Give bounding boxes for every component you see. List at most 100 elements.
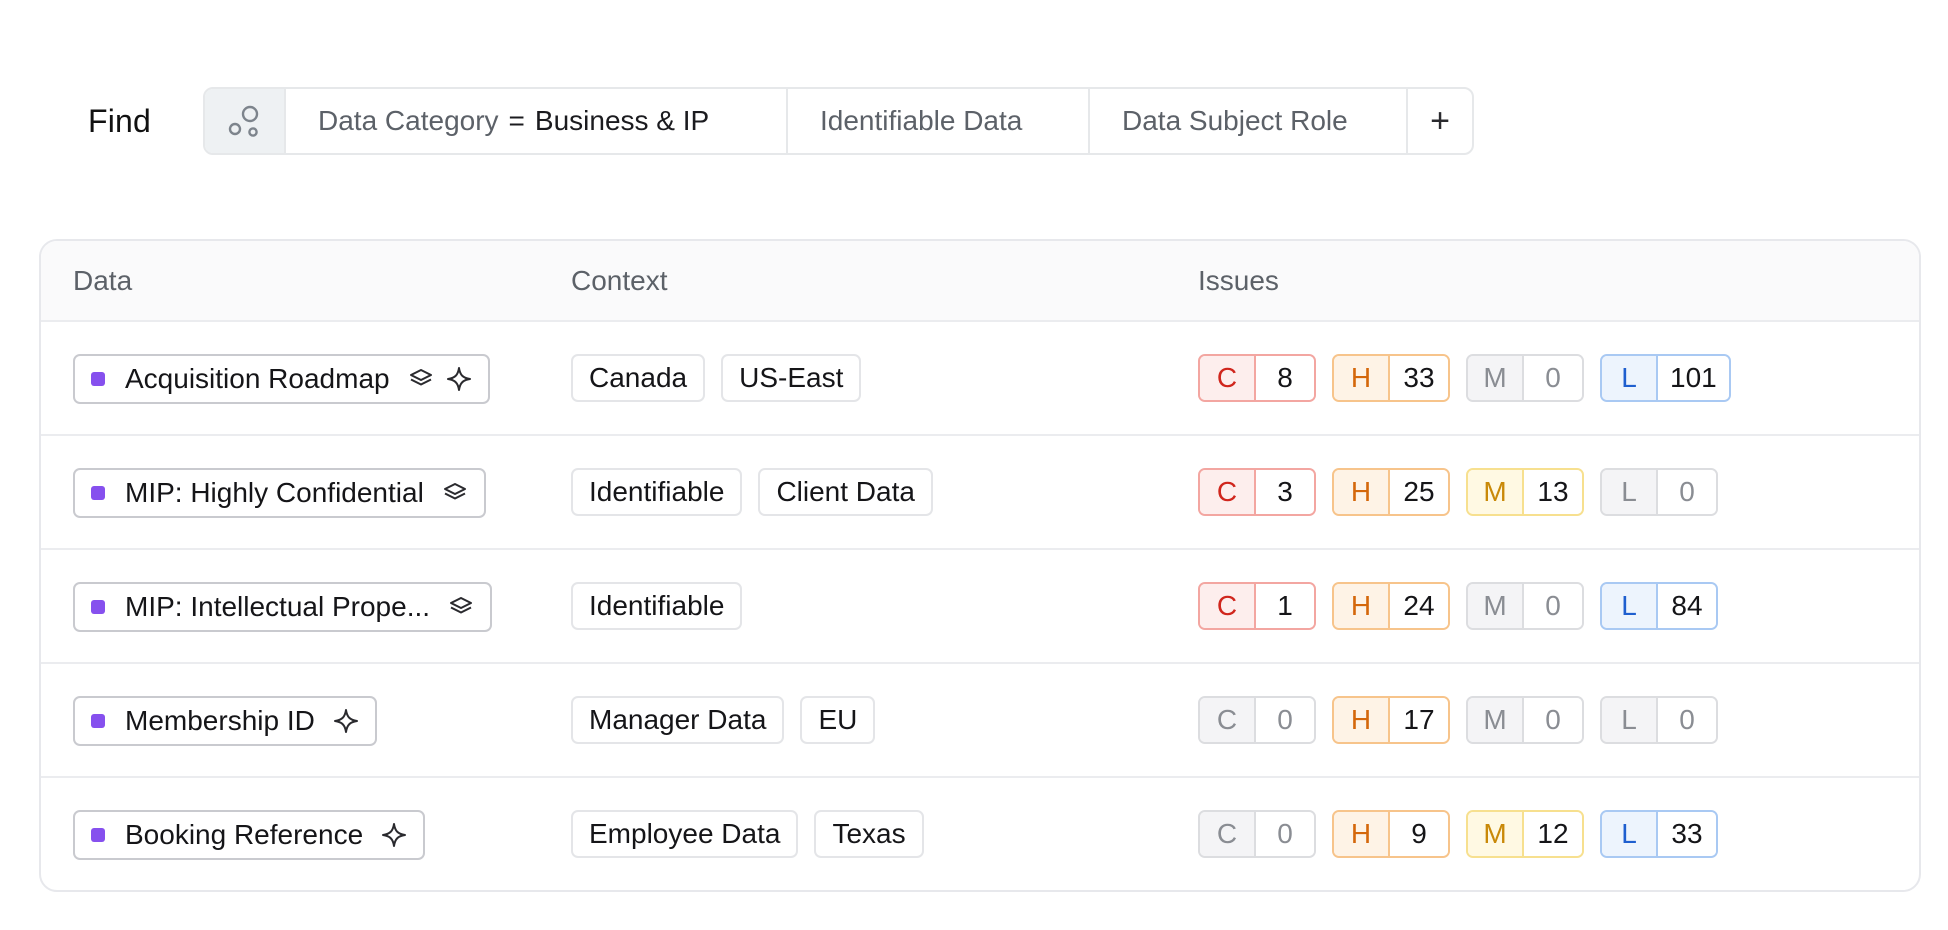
bubbles-icon[interactable] [205, 89, 286, 153]
context-tag[interactable]: Employee Data [571, 810, 799, 858]
issue-level: L [1602, 470, 1658, 514]
issue-level: M [1468, 812, 1524, 856]
filter-key: Data Subject Role [1122, 105, 1348, 136]
table-row[interactable]: MIP: Intellectual Prope... Identifiable … [41, 550, 1919, 664]
context-tags: Identifiable Client Data [571, 468, 933, 516]
issue-badge-m[interactable]: M 0 [1466, 696, 1584, 744]
issue-count: 13 [1524, 470, 1582, 514]
column-header-context[interactable]: Context [571, 241, 668, 320]
issue-badge-h[interactable]: H 17 [1332, 696, 1450, 744]
data-item-chip[interactable]: MIP: Intellectual Prope... [73, 582, 493, 632]
issue-badge-m[interactable]: M 13 [1466, 468, 1584, 516]
filter-identifiable-data[interactable]: Identifiable Data [788, 89, 1090, 153]
issue-badge-m[interactable]: M 0 [1466, 354, 1584, 402]
issue-count: 8 [1256, 356, 1314, 400]
add-filter-button[interactable]: + [1408, 89, 1472, 153]
sparkle-icon [333, 708, 359, 734]
category-dot [91, 372, 105, 386]
data-item-name: Acquisition Roadmap [125, 363, 390, 394]
issue-badge-c[interactable]: C 3 [1198, 468, 1316, 516]
find-label: Find [88, 102, 152, 139]
issue-level: L [1602, 584, 1658, 628]
issue-count: 0 [1658, 470, 1716, 514]
layers-icon [408, 366, 434, 392]
issue-badge-l[interactable]: L 84 [1600, 582, 1718, 630]
issue-badges: C 0 H 9 M 12 L 33 [1198, 810, 1718, 858]
issue-level: H [1334, 356, 1390, 400]
issue-level: H [1334, 812, 1390, 856]
data-item-name: MIP: Highly Confidential [125, 477, 424, 508]
column-header-data[interactable]: Data [73, 241, 132, 320]
issue-level: M [1468, 698, 1524, 742]
issue-badge-m[interactable]: M 12 [1466, 810, 1584, 858]
context-tags: Canada US-East [571, 354, 862, 402]
context-tag[interactable]: Manager Data [571, 696, 785, 744]
column-header-issues[interactable]: Issues [1198, 241, 1279, 320]
data-item-chip[interactable]: Membership ID [73, 696, 377, 746]
issue-count: 0 [1524, 698, 1582, 742]
category-dot [91, 486, 105, 500]
filter-key: Data Category [318, 105, 499, 136]
issue-level: C [1200, 470, 1256, 514]
filter-key: Identifiable Data [820, 105, 1023, 136]
issue-level: L [1602, 356, 1658, 400]
issue-count: 0 [1256, 812, 1314, 856]
issue-count: 33 [1658, 812, 1716, 856]
issue-count: 0 [1658, 698, 1716, 742]
issue-level: C [1200, 356, 1256, 400]
issue-badge-h[interactable]: H 24 [1332, 582, 1450, 630]
category-dot [91, 714, 105, 728]
issue-count: 101 [1658, 356, 1729, 400]
issue-level: M [1468, 356, 1524, 400]
table-row[interactable]: Membership ID Manager Data EU C 0 H 17 M … [41, 664, 1919, 778]
data-item-chip[interactable]: MIP: Highly Confidential [73, 468, 486, 518]
table-body: Acquisition Roadmap Canada US-East C 8 H … [41, 322, 1919, 890]
issue-badge-h[interactable]: H 9 [1332, 810, 1450, 858]
issue-count: 9 [1390, 812, 1448, 856]
issue-count: 12 [1524, 812, 1582, 856]
context-tag[interactable]: EU [800, 696, 876, 744]
table-row[interactable]: Acquisition Roadmap Canada US-East C 8 H … [41, 322, 1919, 436]
data-item-chip[interactable]: Booking Reference [73, 810, 426, 860]
sparkle-icon [381, 822, 407, 848]
table-row[interactable]: MIP: Highly Confidential Identifiable Cli… [41, 436, 1919, 550]
context-tag[interactable]: Identifiable [571, 582, 743, 630]
issue-count: 0 [1524, 584, 1582, 628]
issue-count: 3 [1256, 470, 1314, 514]
issue-badge-m[interactable]: M 0 [1466, 582, 1584, 630]
issue-badge-c[interactable]: C 0 [1198, 810, 1316, 858]
issue-level: C [1200, 698, 1256, 742]
issue-count: 84 [1658, 584, 1716, 628]
category-dot [91, 600, 105, 614]
context-tag[interactable]: US-East [721, 354, 862, 402]
issue-level: M [1468, 584, 1524, 628]
category-dot [91, 828, 105, 842]
issue-badge-c[interactable]: C 1 [1198, 582, 1316, 630]
data-item-name: Membership ID [125, 705, 315, 736]
issue-level: H [1334, 470, 1390, 514]
data-item-chip[interactable]: Acquisition Roadmap [73, 354, 490, 404]
issue-badge-l[interactable]: L 101 [1600, 354, 1731, 402]
issue-badge-c[interactable]: C 0 [1198, 696, 1316, 744]
context-tag[interactable]: Texas [814, 810, 924, 858]
issue-badge-c[interactable]: C 8 [1198, 354, 1316, 402]
issue-badge-l[interactable]: L 0 [1600, 468, 1718, 516]
filter-data-category[interactable]: Data Category = Business & IP [286, 89, 788, 153]
filter-data-subject-role[interactable]: Data Subject Role [1090, 89, 1408, 153]
issue-badge-l[interactable]: L 0 [1600, 696, 1718, 744]
filter-operator: = [508, 105, 525, 136]
issue-level: C [1200, 584, 1256, 628]
context-tag[interactable]: Canada [571, 354, 706, 402]
find-row: Find Data Category = Business & IP Ident… [88, 87, 1474, 155]
issue-badge-h[interactable]: H 25 [1332, 468, 1450, 516]
issue-badge-h[interactable]: H 33 [1332, 354, 1450, 402]
layers-icon [448, 594, 474, 620]
issue-level: C [1200, 812, 1256, 856]
issue-badge-l[interactable]: L 33 [1600, 810, 1718, 858]
filter-bar: Data Category = Business & IP Identifiab… [203, 87, 1474, 155]
context-tag[interactable]: Identifiable [571, 468, 743, 516]
issue-level: H [1334, 584, 1390, 628]
table-row[interactable]: Booking Reference Employee Data Texas C 0… [41, 778, 1919, 890]
context-tag[interactable]: Client Data [758, 468, 933, 516]
issue-badges: C 1 H 24 M 0 L 84 [1198, 582, 1718, 630]
